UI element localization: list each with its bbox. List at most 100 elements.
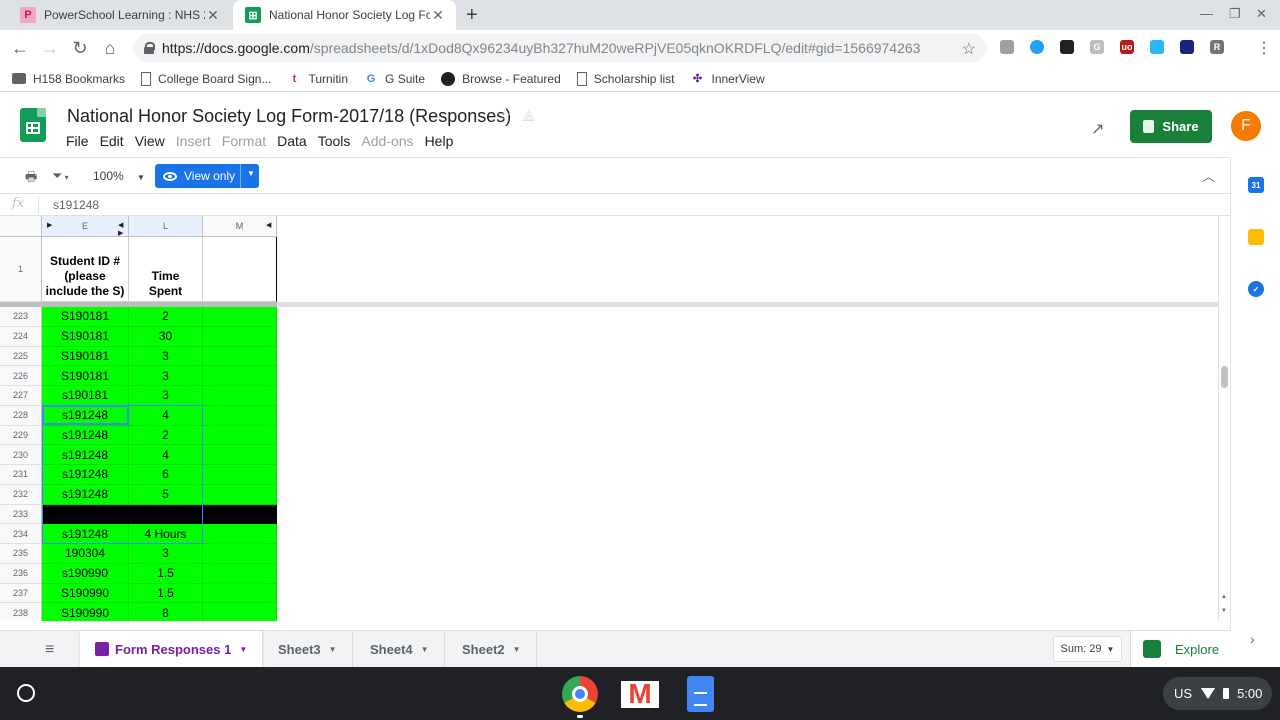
formula-input[interactable]: s191248: [53, 198, 99, 212]
cell-time-spent[interactable]: 4: [129, 405, 203, 426]
row-header[interactable]: 232: [0, 484, 42, 505]
zoom-select[interactable]: 100% ▼: [93, 169, 145, 183]
sheet-tab-sheet4[interactable]: Sheet4 ▼: [355, 631, 445, 667]
print-icon[interactable]: 🖶: [25, 168, 37, 190]
chevron-down-icon[interactable]: ▼: [247, 169, 255, 178]
bookmark-star-icon[interactable]: ☆: [962, 39, 976, 59]
row-header[interactable]: 226: [0, 366, 42, 386]
menu-data[interactable]: Data: [277, 133, 307, 149]
cell-time-spent[interactable]: 4 Hours: [129, 524, 203, 544]
cell-m[interactable]: [203, 544, 277, 564]
cell-time-spent[interactable]: 3: [129, 386, 203, 406]
bookmark-item[interactable]: G G Suite: [364, 72, 425, 86]
extension-icon[interactable]: [1030, 40, 1044, 54]
menu-tools[interactable]: Tools: [318, 133, 351, 149]
filter-icon[interactable]: ⏷ ▾: [52, 168, 69, 184]
tasks-icon[interactable]: ✓: [1248, 281, 1264, 297]
sum-indicator[interactable]: Sum: 29 ▼: [1053, 636, 1122, 662]
cell-time-spent[interactable]: 1.5: [129, 583, 203, 604]
row-header[interactable]: 236: [0, 563, 42, 584]
status-tray[interactable]: US 5:00: [1163, 677, 1272, 710]
cell-m[interactable]: [203, 583, 277, 604]
menu-help[interactable]: Help: [425, 133, 454, 149]
star-icon[interactable]: ☆: [497, 106, 512, 126]
home-icon[interactable]: ⌂: [100, 38, 120, 58]
menu-view[interactable]: View: [135, 133, 165, 149]
chrome-icon[interactable]: [562, 676, 598, 712]
cell-time-spent[interactable]: 2: [129, 425, 203, 446]
back-icon[interactable]: ←: [10, 38, 30, 58]
chrome-menu-icon[interactable]: ⋮: [1256, 38, 1272, 58]
row-header[interactable]: 1: [0, 237, 42, 302]
hidden-columns-arrow-icon[interactable]: ◀ ▶: [118, 221, 128, 237]
row-header[interactable]: 228: [0, 405, 42, 426]
hidden-columns-arrow-icon[interactable]: ◀: [266, 221, 271, 229]
row-header[interactable]: 229: [0, 425, 42, 446]
cell-time-spent[interactable]: 3: [129, 346, 203, 367]
header-cell-m[interactable]: [203, 237, 277, 302]
menu-file[interactable]: File: [66, 133, 89, 149]
row-header[interactable]: 230: [0, 445, 42, 465]
cell-m[interactable]: [203, 366, 277, 386]
extension-icon[interactable]: [1180, 40, 1194, 54]
extension-icon[interactable]: G: [1090, 40, 1104, 54]
row-header[interactable]: 224: [0, 326, 42, 347]
column-header-e[interactable]: ▶ E ◀ ▶: [42, 216, 129, 237]
move-to-drive-icon[interactable]: ⟁: [522, 108, 535, 125]
sheet-tab-sheet3[interactable]: Sheet3 ▼: [263, 631, 353, 667]
bookmark-item[interactable]: ✣ InnerView: [690, 72, 765, 86]
menu-edit[interactable]: Edit: [100, 133, 124, 149]
row-header[interactable]: 231: [0, 465, 42, 485]
launcher-icon[interactable]: [17, 684, 35, 702]
cell-student-id[interactable]: S190181: [42, 366, 129, 386]
extension-icon[interactable]: R: [1210, 40, 1224, 54]
cell-time-spent[interactable]: 30: [129, 326, 203, 347]
row-header[interactable]: 233: [0, 504, 42, 525]
reload-icon[interactable]: ↻: [70, 38, 90, 58]
row-header[interactable]: 225: [0, 346, 42, 367]
scroll-down-icon[interactable]: ▼: [1221, 608, 1227, 614]
menu-insert[interactable]: Insert: [176, 133, 211, 149]
bookmark-item[interactable]: College Board Sign...: [141, 71, 271, 86]
cell-m[interactable]: [203, 326, 277, 347]
row-header[interactable]: 235: [0, 544, 42, 564]
cell-student-id[interactable]: S190181: [42, 307, 129, 327]
new-tab-icon[interactable]: +: [466, 4, 478, 27]
cell-m[interactable]: [203, 405, 277, 426]
cell-m[interactable]: [203, 445, 277, 465]
all-sheets-icon[interactable]: ≡: [45, 641, 54, 659]
cell-student-id[interactable]: s191248: [42, 405, 129, 426]
header-cell-time-spent[interactable]: Time Spent: [129, 237, 203, 302]
document-title[interactable]: National Honor Society Log Form-2017/18 …: [67, 106, 511, 127]
extension-icon[interactable]: [1000, 40, 1014, 54]
cell-m[interactable]: [203, 346, 277, 367]
header-cell-student-id[interactable]: Student ID # (please include the S): [42, 237, 129, 302]
cell-m[interactable]: [203, 504, 277, 525]
cell-time-spent[interactable]: 1.5: [129, 563, 203, 584]
cell-m[interactable]: [203, 524, 277, 544]
docs-icon[interactable]: [687, 676, 714, 712]
browser-tab-sheets[interactable]: ⊞ National Honor Society Log Forr ✕: [233, 0, 456, 30]
select-all-corner[interactable]: [0, 216, 42, 237]
gmail-icon[interactable]: [621, 678, 659, 710]
row-header[interactable]: 223: [0, 307, 42, 327]
cell-m[interactable]: [203, 425, 277, 446]
extension-icon[interactable]: [1060, 40, 1074, 54]
cell-time-spent[interactable]: 3: [129, 544, 203, 564]
menu-format[interactable]: Format: [222, 133, 266, 149]
cell-time-spent[interactable]: 8: [129, 603, 203, 621]
row-header[interactable]: 237: [0, 583, 42, 604]
close-tab-icon[interactable]: ✕: [205, 7, 221, 24]
cell-time-spent[interactable]: 3: [129, 366, 203, 386]
cell-m[interactable]: [203, 307, 277, 327]
cell-time-spent[interactable]: 4: [129, 445, 203, 465]
cell-m[interactable]: [203, 563, 277, 584]
row-header[interactable]: 234: [0, 524, 42, 544]
chevron-down-icon[interactable]: ▼: [239, 645, 247, 654]
bookmark-item[interactable]: t Turnitin: [287, 72, 348, 86]
cell-m[interactable]: [203, 484, 277, 505]
address-bar[interactable]: https://docs.google.com/spreadsheets/d/1…: [134, 34, 986, 62]
menu-addons[interactable]: Add-ons: [361, 133, 413, 149]
sheets-logo-icon[interactable]: [20, 108, 46, 142]
cell-student-id[interactable]: s191248: [42, 524, 129, 544]
